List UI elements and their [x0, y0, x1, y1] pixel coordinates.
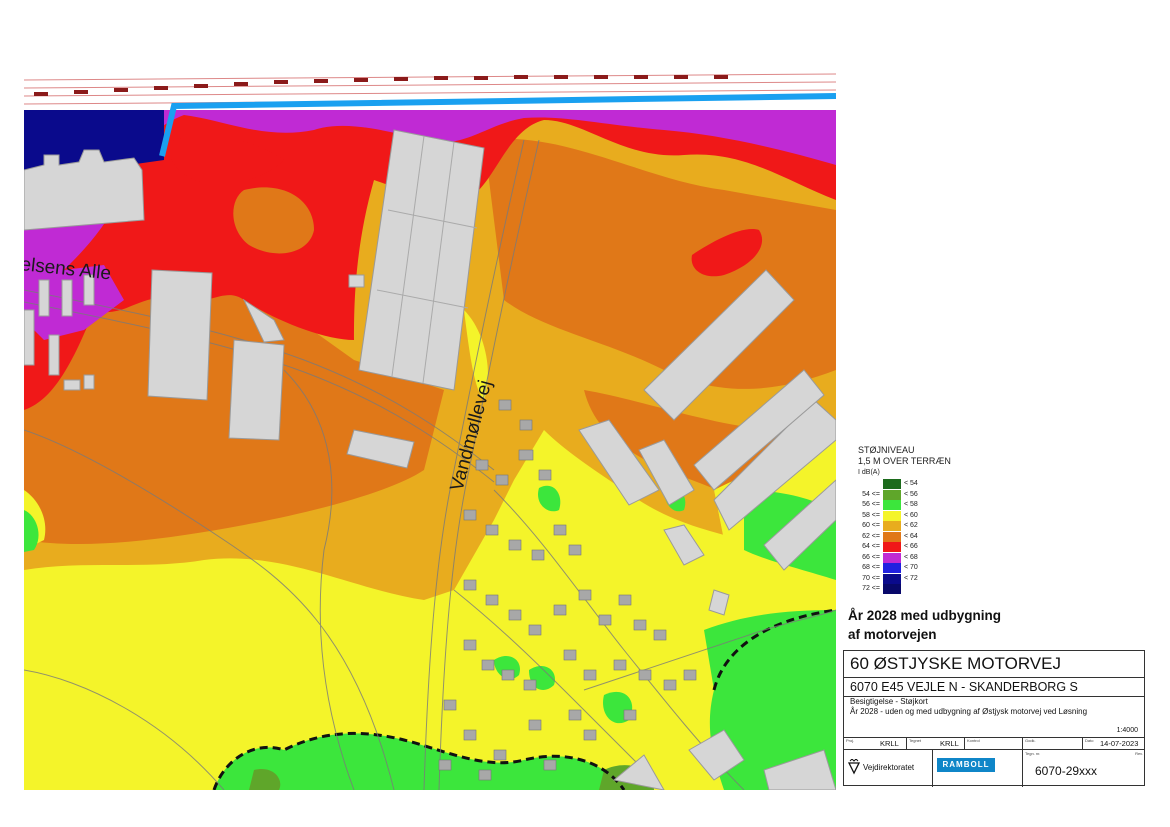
godk-caption: Godk. — [1022, 738, 1036, 749]
legend-row: 72 <= — [858, 584, 968, 595]
ramboll-logo: RAMBOLL — [937, 758, 995, 772]
legend-upper-bound: < 54 — [904, 480, 918, 487]
description: Besigtigelse - Støjkort År 2028 - uden o… — [844, 697, 1144, 738]
legend-upper-bound: < 72 — [904, 574, 918, 582]
caption-line-1: År 2028 med udbygning — [848, 608, 1002, 623]
legend-swatch — [883, 542, 901, 552]
legend-lower-bound: 56 <= — [862, 501, 880, 508]
proj-caption: Proj. — [846, 738, 855, 743]
legend-swatch — [883, 563, 901, 573]
legend-upper-bound: < 70 — [904, 564, 918, 571]
legend-swatch — [883, 510, 901, 521]
drawing-number: 6070-29xxx — [1035, 764, 1098, 778]
legend-row: < 54 — [858, 479, 968, 490]
legend-swatch — [883, 552, 901, 563]
owner-name: Vejdirektoratet — [863, 762, 915, 772]
project-title: 60 ØSTJYSKE MOTORVEJ — [844, 651, 1144, 678]
drawing-number-cell: Tegn. nr. Rev. 6070-29xxx — [1022, 750, 1145, 787]
legend-lower-bound: 60 <= — [862, 522, 880, 529]
legend-row: 60 <= < 62 — [858, 521, 968, 532]
legend-lower-bound: 62 <= — [862, 532, 880, 540]
legend-upper-bound: < 56 — [904, 490, 918, 498]
vejdirektoratet-logo: Vejdirektoratet — [848, 759, 914, 775]
title-block: 60 ØSTJYSKE MOTORVEJ 6070 E45 VEJLE N - … — [843, 650, 1145, 787]
caption-line-2: af motorvejen — [848, 627, 937, 642]
legend-lower-bound: 54 <= — [862, 490, 880, 498]
legend-title: STØJNIVEAU — [858, 445, 915, 455]
legend-row: 66 <= < 68 — [858, 552, 968, 564]
legend-swatch — [883, 573, 901, 584]
logo-row: Vejdirektoratet RAMBOLL Tegn. nr. Rev. 6… — [844, 750, 1144, 787]
legend-upper-bound: < 68 — [904, 553, 918, 561]
tegnet-value: KRLL — [940, 739, 959, 748]
legend-swatch — [883, 479, 901, 489]
legend-lower-bound: 68 <= — [862, 564, 880, 571]
legend-upper-bound: < 62 — [904, 522, 918, 529]
legend-subtitle: 1,5 M OVER TERRÆN — [858, 456, 951, 466]
legend-upper-bound: < 60 — [904, 511, 918, 519]
legend-lower-bound: 72 <= — [862, 585, 880, 592]
legend-swatch — [883, 489, 901, 500]
rev-caption: Rev. — [1135, 751, 1143, 756]
scale: 1:4000 — [1116, 727, 1138, 734]
crown-icon — [848, 759, 860, 775]
legend-swatch — [883, 521, 901, 531]
description-line-2: År 2028 - uden og med udbygning af Østjy… — [850, 707, 1088, 716]
legend-rows: < 54 54 <= < 56 56 <= < 58 58 <= < 60 60 <= < 62… — [858, 479, 968, 595]
description-line-1: Besigtigelse - Støjkort — [850, 697, 928, 706]
separator — [932, 750, 933, 787]
legend-upper-bound: < 58 — [904, 501, 918, 508]
dato-caption: Dato — [1082, 738, 1093, 749]
noise-map: elsens Alle Vandmøllevej — [24, 70, 836, 790]
date-value: 14-07-2023 — [1100, 739, 1139, 748]
kontrol-caption: Kontrol — [964, 738, 980, 749]
caption: År 2028 med udbygning af motorvejen — [848, 606, 1148, 644]
legend-swatch — [883, 500, 901, 510]
legend-swatch — [883, 584, 901, 594]
legend-row: 58 <= < 60 — [858, 510, 968, 522]
proj-value: KRLL — [880, 739, 899, 748]
tegnet-caption: Tegnet — [906, 738, 921, 749]
legend-upper-bound: < 66 — [904, 543, 918, 550]
legend-row: 64 <= < 66 — [858, 542, 968, 553]
legend-row: 62 <= < 64 — [858, 531, 968, 543]
legend-row: 68 <= < 70 — [858, 563, 968, 574]
legend-swatch — [883, 531, 901, 542]
legend-lower-bound: 58 <= — [862, 511, 880, 519]
legend-row: 56 <= < 58 — [858, 500, 968, 511]
legend-row: 70 <= < 72 — [858, 573, 968, 585]
legend-unit: I dB(A) — [858, 469, 880, 476]
legend-upper-bound: < 64 — [904, 532, 918, 540]
section-title: 6070 E45 VEJLE N - SKANDERBORG S — [844, 678, 1144, 697]
legend: STØJNIVEAU 1,5 M OVER TERRÆN I dB(A) < 5… — [858, 445, 968, 595]
tegn-nr-caption: Tegn. nr. — [1025, 751, 1041, 756]
legend-lower-bound: 64 <= — [862, 543, 880, 550]
legend-lower-bound: 70 <= — [862, 574, 880, 582]
legend-row: 54 <= < 56 — [858, 489, 968, 501]
legend-lower-bound: 66 <= — [862, 553, 880, 561]
signature-row: Proj. KRLL Tegnet KRLL Kontrol Godk. Dat… — [844, 738, 1144, 750]
